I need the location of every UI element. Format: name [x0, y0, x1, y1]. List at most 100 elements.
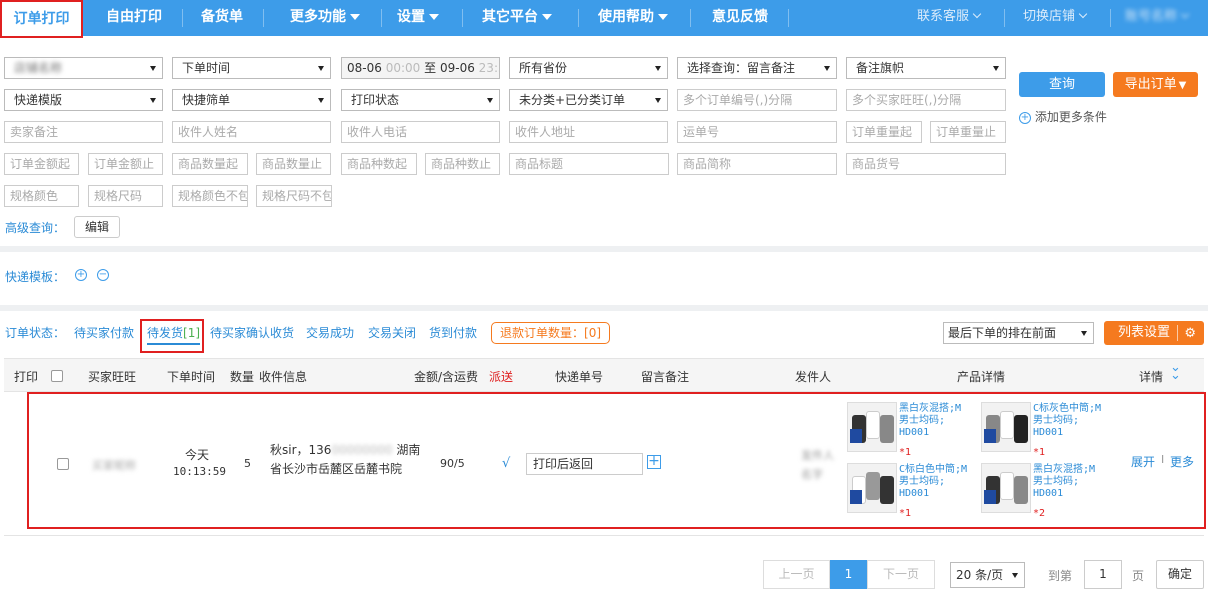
nav-other-platforms[interactable]: 其它平台: [472, 0, 562, 36]
expand-link[interactable]: 展开: [1131, 453, 1155, 470]
waybill-input[interactable]: 运单号: [677, 121, 837, 143]
export-orders-button[interactable]: 导出订单 ▼: [1113, 72, 1198, 97]
contact-service[interactable]: 联系客服: [917, 0, 982, 36]
receiver-phone-input[interactable]: 收件人电话: [341, 121, 500, 143]
caret-down-icon: [542, 14, 552, 20]
receiver-address-input[interactable]: 收件人地址: [509, 121, 668, 143]
sort-select[interactable]: 最后下单的排在前面: [943, 322, 1094, 344]
nav-feedback[interactable]: 意见反馈: [700, 0, 780, 36]
section-divider: [0, 246, 1208, 252]
item-count-from-input[interactable]: 商品数量起: [172, 153, 248, 175]
add-remark-icon[interactable]: +: [647, 454, 661, 469]
flag-select[interactable]: 备注旗帜: [846, 57, 1006, 79]
product-2-code: HD001: [1033, 427, 1064, 438]
amount-from-input[interactable]: 订单金额起: [4, 153, 79, 175]
tracking-number-input[interactable]: 打印后返回: [526, 453, 643, 475]
triangle-down-icon: ▼: [1178, 80, 1187, 91]
weight-to-input[interactable]: 订单重量止: [930, 121, 1006, 143]
dropdown-arrow-icon: [655, 98, 661, 103]
product-3-qty: *1: [899, 508, 912, 519]
province-select[interactable]: 所有省份: [509, 57, 668, 79]
dropdown-arrow-icon: [150, 66, 156, 71]
tab-awaiting-confirm[interactable]: 待买家确认收货: [210, 324, 294, 341]
remove-template-icon[interactable]: −: [97, 269, 109, 281]
tab-awaiting-shipment[interactable]: 待发货[1]: [147, 324, 201, 345]
product-sku-input[interactable]: 商品货号: [846, 153, 1006, 175]
page-1-button[interactable]: 1: [830, 560, 867, 589]
header-receiver: 收件信息: [259, 370, 308, 384]
nav-stock-list[interactable]: 备货单: [190, 0, 254, 36]
amount-to-input[interactable]: 订单金额止: [88, 153, 163, 175]
kinds-from-input[interactable]: 商品种数起: [341, 153, 417, 175]
product-image: [981, 463, 1031, 513]
tab-closed[interactable]: 交易关闭: [368, 324, 416, 341]
seller-remark-input[interactable]: 卖家备注: [4, 121, 163, 143]
caret-down-icon: [429, 14, 439, 20]
header-product-detail: 产品详情: [957, 370, 1006, 384]
spec-color-input[interactable]: 规格颜色: [4, 185, 79, 207]
express-template-select[interactable]: 快递模版: [4, 89, 163, 111]
product-title-input[interactable]: 商品标题: [509, 153, 669, 175]
product-4-name: 黑白灰混搭;M: [1033, 464, 1096, 475]
product-4-info: 黑白灰混搭;M 男士均码; HD001: [1033, 464, 1095, 500]
edit-button[interactable]: 编辑: [74, 216, 120, 238]
query-button[interactable]: 查询: [1019, 72, 1105, 97]
classify-select[interactable]: 未分类+已分类订单: [509, 89, 668, 111]
page-number-input[interactable]: 1: [1084, 560, 1122, 589]
refund-count-badge[interactable]: 退款订单数量：[0]: [491, 322, 611, 344]
tab-success[interactable]: 交易成功: [306, 324, 354, 341]
prev-page-button[interactable]: 上一页: [763, 560, 830, 589]
product-image: [847, 463, 897, 513]
order-ids-input[interactable]: 多个订单编号(,)分隔: [677, 89, 837, 111]
confirm-page-button[interactable]: 确定: [1156, 560, 1204, 589]
weight-from-input[interactable]: 订单重量起: [846, 121, 922, 143]
dropdown-arrow-icon: [150, 98, 156, 103]
nav-free-print[interactable]: 自由打印: [95, 0, 173, 36]
tab-cod[interactable]: 货到付款: [429, 324, 477, 341]
select-all-checkbox[interactable]: [51, 370, 63, 382]
double-chevron-down-icon[interactable]: ⌄ ⌄: [1170, 361, 1181, 382]
add-template-icon[interactable]: +: [75, 269, 87, 281]
order-date: 今天: [185, 448, 210, 462]
receiver-name-input[interactable]: 收件人姓名: [172, 121, 331, 143]
dropdown-arrow-icon: [318, 66, 324, 71]
tab-awaiting-payment[interactable]: 待买家付款: [74, 324, 134, 341]
classify-value: 未分类+已分类订单: [519, 93, 626, 107]
pending-count-badge: [1]: [183, 326, 201, 340]
next-page-button[interactable]: 下一页: [867, 560, 935, 589]
goto-label: 到第: [1048, 569, 1073, 583]
nav-more-features[interactable]: 更多功能: [272, 0, 378, 36]
product-1-size: 男士均码;: [899, 415, 946, 426]
page-size-select[interactable]: 20 条/页: [950, 562, 1025, 588]
print-status-select[interactable]: 打印状态: [341, 89, 500, 111]
switch-shop[interactable]: 切换店铺: [1023, 0, 1088, 36]
shop-select[interactable]: 店铺名称: [4, 57, 163, 79]
buyer-ids-input[interactable]: 多个买家旺旺(,)分隔: [846, 89, 1006, 111]
row-checkbox[interactable]: [57, 458, 69, 470]
query-type-select[interactable]: 选择查询：留言备注: [677, 57, 837, 79]
top-nav: 订单打印 自由打印 备货单 更多功能 设置 其它平台 使用帮助 意见反馈 联系客…: [0, 0, 1208, 38]
spec-color-exclude-input[interactable]: 规格颜色不包: [172, 185, 248, 207]
product-short-input[interactable]: 商品简称: [677, 153, 837, 175]
header-detail: 详情: [1139, 370, 1164, 384]
spec-size-input[interactable]: 规格尺码: [88, 185, 163, 207]
time-type-select[interactable]: 下单时间: [172, 57, 331, 79]
flag-value: 备注旗帜: [856, 61, 905, 75]
user-account[interactable]: 账号名称: [1125, 0, 1190, 36]
header-amount: 金额/含运费: [414, 370, 479, 384]
quick-filter-select[interactable]: 快捷筛单: [172, 89, 331, 111]
spec-size-exclude-input[interactable]: 规格尺码不包: [256, 185, 332, 207]
switch-shop-label: 切换店铺: [1023, 9, 1076, 24]
add-more-conditions[interactable]: + 添加更多条件: [1019, 108, 1107, 125]
kinds-to-input[interactable]: 商品种数止: [425, 153, 500, 175]
list-settings-button[interactable]: 列表设置 ⚙: [1104, 321, 1204, 345]
more-link[interactable]: 更多: [1170, 453, 1194, 470]
nav-settings[interactable]: 设置: [388, 0, 448, 36]
time-from: 00:00: [385, 61, 421, 75]
item-count-to-input[interactable]: 商品数量止: [256, 153, 331, 175]
product-2-size: 男士均码;: [1033, 415, 1080, 426]
refund-label: 退款订单数量：: [500, 326, 585, 340]
nav-order-print[interactable]: 订单打印: [0, 0, 83, 38]
nav-help[interactable]: 使用帮助: [588, 0, 678, 36]
date-range-input[interactable]: 08-06 00:00 至 09-06 23:59: [341, 57, 500, 79]
